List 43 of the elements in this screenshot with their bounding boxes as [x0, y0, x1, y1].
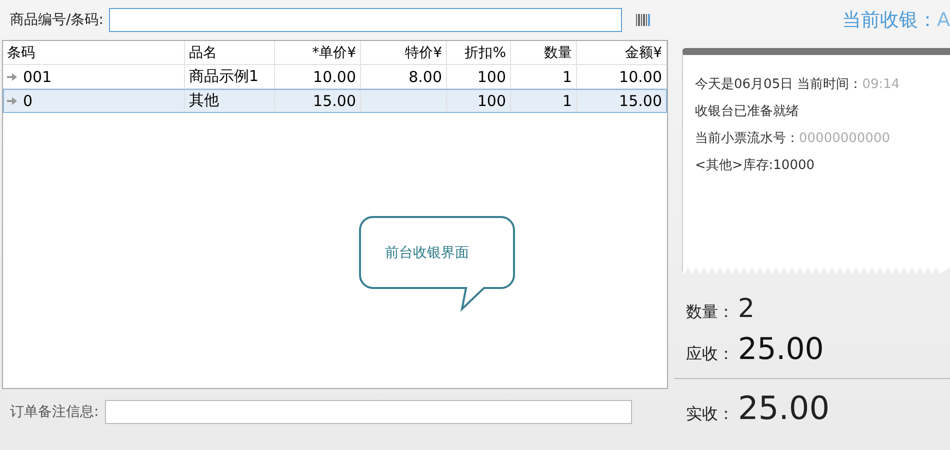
receipt-text: 当前小票流水号： — [695, 131, 799, 146]
table-cell: 001 — [23, 68, 52, 86]
amount-due-label: 应收： — [686, 344, 734, 365]
arrow-icon — [7, 72, 17, 80]
table-cell: 商品示例1 — [189, 67, 259, 86]
table-cell: 15.00 — [619, 92, 662, 110]
amount-paid-value: 25.00 — [738, 389, 830, 427]
barcode-icon[interactable] — [636, 14, 650, 26]
amount-paid-label: 实收： — [686, 404, 734, 425]
receipt-value: 00000000000 — [799, 131, 890, 146]
table-cell: 8.00 — [408, 68, 442, 86]
table-cell: 0 — [23, 92, 33, 110]
column-header[interactable]: 特价¥ — [361, 41, 447, 64]
table-row[interactable]: 0 其他 15.00 100 1 15.00 — [3, 89, 667, 113]
table-cell: 1 — [562, 68, 572, 86]
note-label: 订单备注信息: — [10, 403, 99, 421]
receipt-text: 收银台已准备就绪 — [695, 104, 799, 119]
column-header[interactable]: 折扣% — [447, 41, 511, 64]
table-cell: 100 — [477, 68, 506, 86]
column-header[interactable]: 条码 — [3, 41, 185, 64]
table-cell: 1 — [562, 92, 572, 110]
amount-due-value: 25.00 — [738, 332, 824, 367]
receipt-value: 09:14 — [862, 77, 900, 92]
quantity-label: 数量： — [686, 302, 734, 323]
arrow-icon — [7, 96, 17, 104]
table-cell: 15.00 — [313, 92, 356, 110]
column-header[interactable]: 数量 — [511, 41, 577, 64]
barcode-input-field[interactable] — [109, 8, 622, 32]
quantity-value: 2 — [738, 294, 755, 324]
callout-text: 前台收银界面 — [385, 244, 469, 262]
table-cell: 100 — [477, 92, 506, 110]
table-cell: 10.00 — [313, 68, 356, 86]
cashier-name: A — [937, 9, 950, 31]
receipt-text: 今天是06月05日 当前时间： — [695, 77, 862, 92]
search-label: 商品编号/条码: — [10, 11, 104, 29]
column-header[interactable]: 品名 — [185, 41, 275, 64]
column-header[interactable]: *单价¥ — [275, 41, 361, 64]
table-cell: 10.00 — [619, 68, 662, 86]
note-input-field[interactable] — [104, 400, 632, 424]
receipt-text: <其他>库存:10000 — [695, 158, 815, 173]
cashier-label: 当前收银： — [842, 8, 937, 33]
column-header[interactable]: 金额¥ — [577, 41, 667, 64]
table-cell: 其他 — [189, 91, 219, 110]
